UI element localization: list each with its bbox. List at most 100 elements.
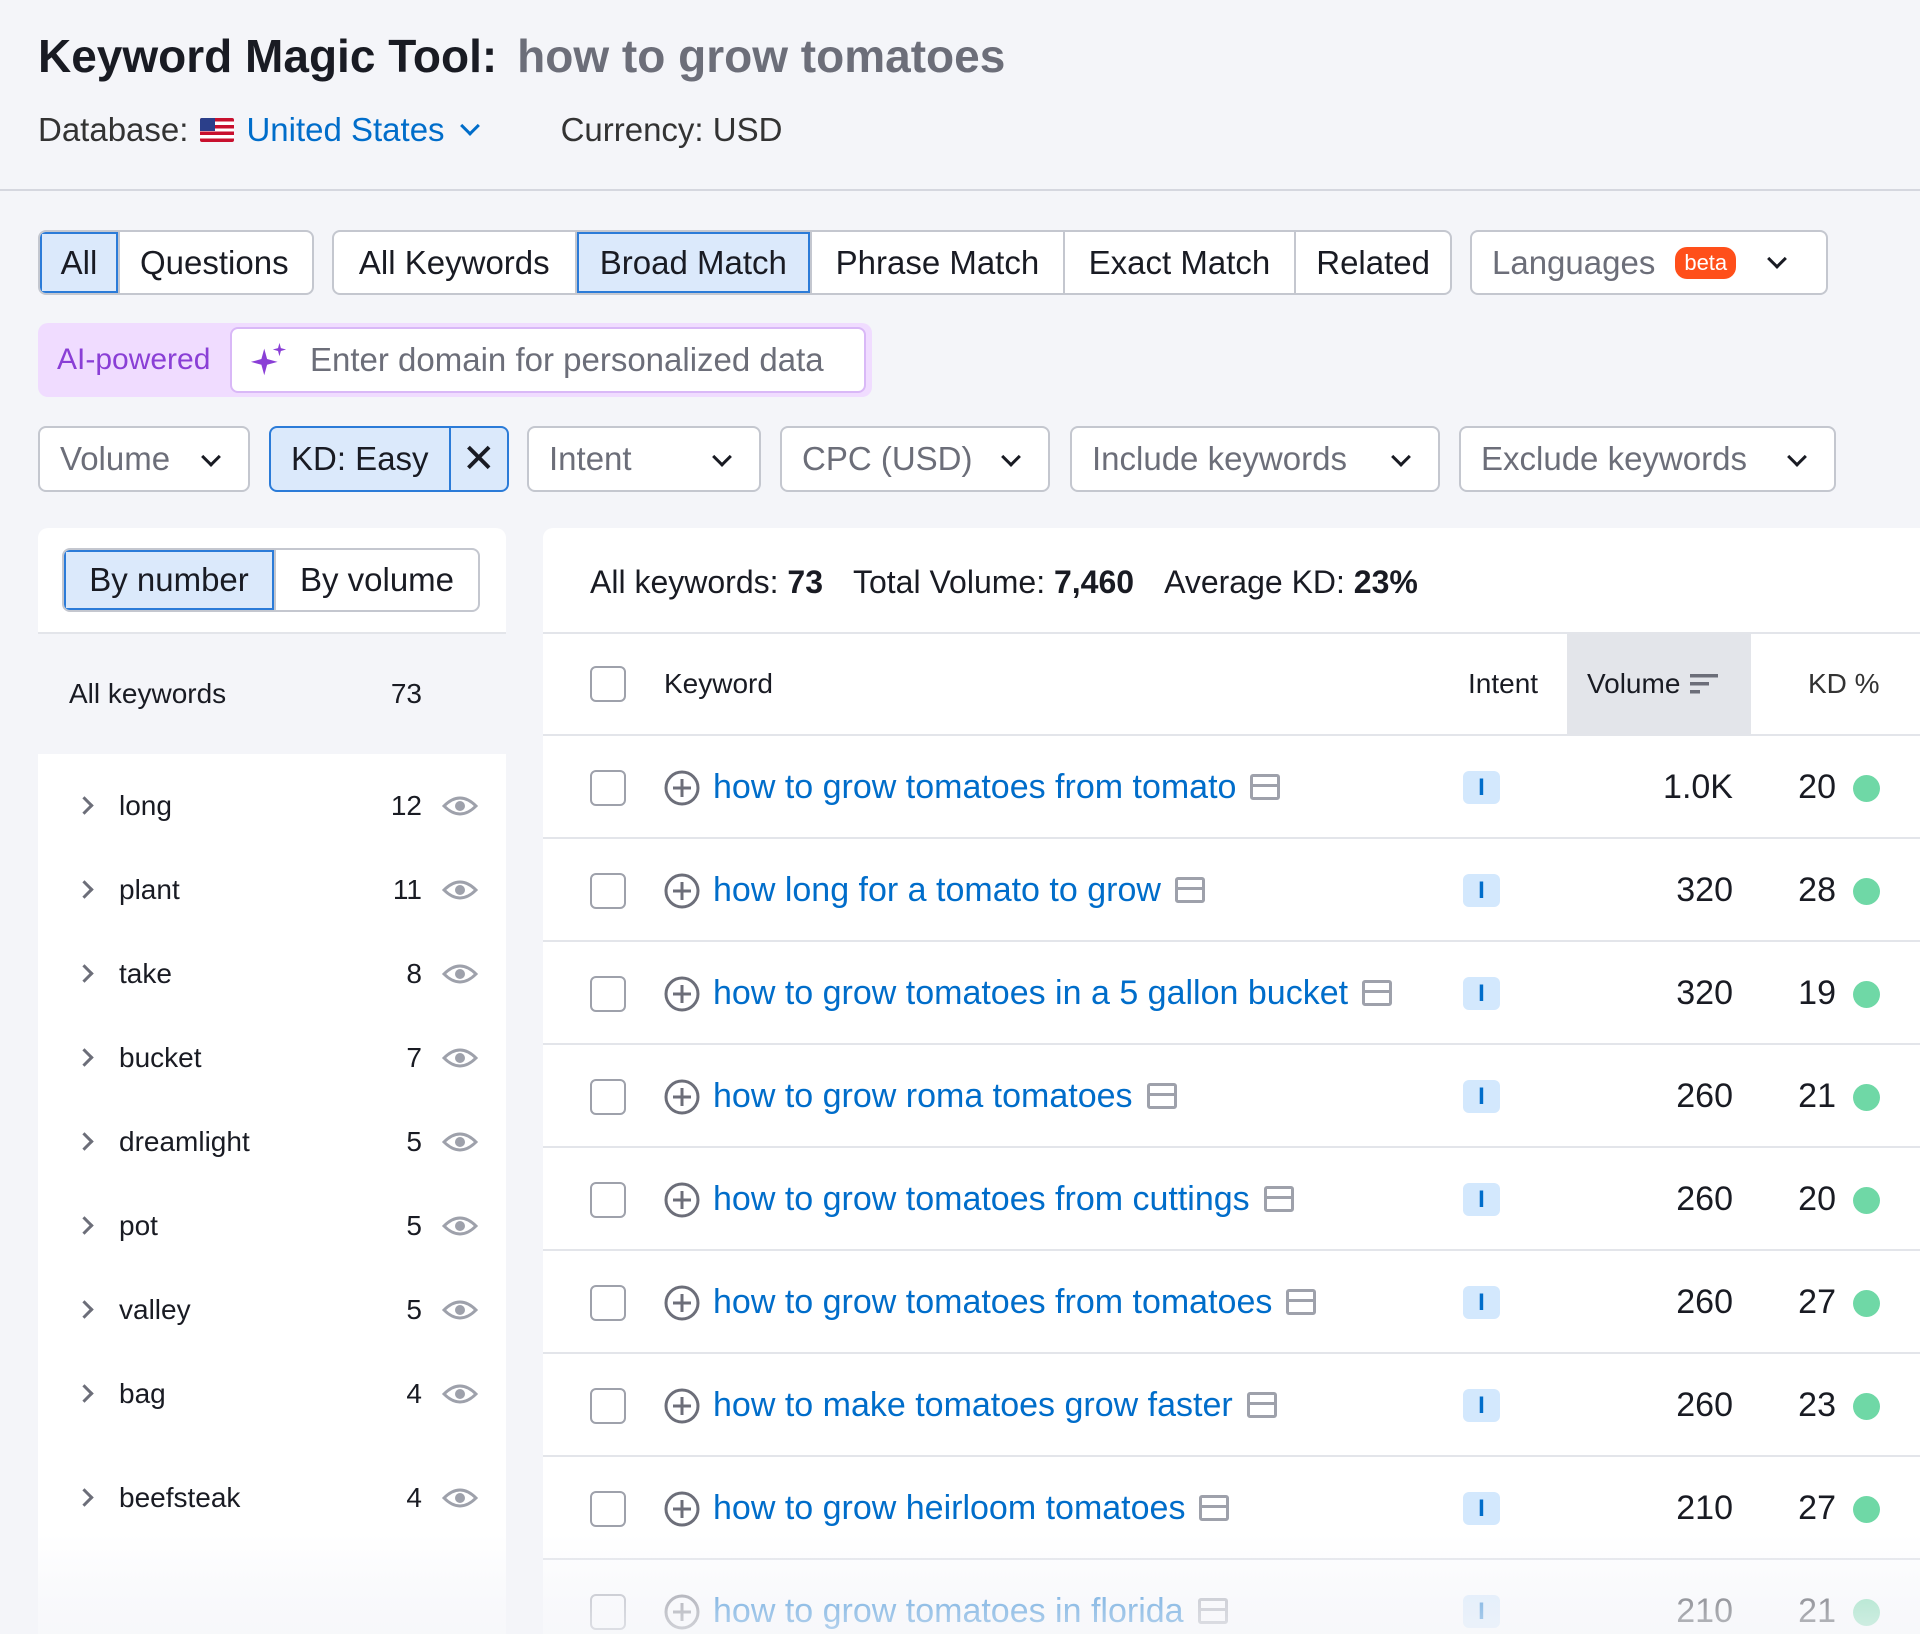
- group-count: 11: [392, 873, 422, 905]
- select-all-checkbox[interactable]: [590, 666, 626, 702]
- volume-value: 210: [1676, 1488, 1733, 1527]
- tab-all-keywords[interactable]: All Keywords: [334, 232, 577, 293]
- chevron-right-icon[interactable]: [75, 1384, 94, 1403]
- add-to-list-icon[interactable]: [664, 1388, 700, 1424]
- serp-features-icon[interactable]: [1250, 774, 1281, 800]
- tab-questions[interactable]: Questions: [120, 232, 312, 293]
- row-checkbox[interactable]: [590, 976, 626, 1012]
- by-volume-button[interactable]: By volume: [274, 550, 478, 610]
- row-checkbox[interactable]: [590, 1079, 626, 1115]
- group-name: bag: [119, 1377, 166, 1409]
- serp-features-icon[interactable]: [1362, 980, 1393, 1006]
- eye-icon[interactable]: [442, 1382, 478, 1406]
- eye-icon[interactable]: [442, 1214, 478, 1238]
- keyword-link[interactable]: how to grow heirloom tomatoes: [713, 1483, 1230, 1533]
- volume-value: 260: [1676, 1385, 1733, 1424]
- domain-input[interactable]: Enter domain for personalized data: [230, 327, 866, 393]
- include-keywords-filter[interactable]: Include keywords: [1070, 426, 1440, 492]
- tab-all[interactable]: All: [40, 232, 120, 293]
- keyword-link[interactable]: how to grow tomatoes from tomato: [713, 762, 1281, 812]
- add-to-list-icon[interactable]: [664, 1491, 700, 1527]
- chevron-right-icon[interactable]: [75, 1216, 94, 1235]
- volume-value: 210: [1676, 1591, 1733, 1630]
- chevron-right-icon[interactable]: [75, 1488, 94, 1507]
- chevron-right-icon[interactable]: [75, 1300, 94, 1319]
- keyword-link[interactable]: how to make tomatoes grow faster: [713, 1380, 1277, 1430]
- kd-value: 23: [1798, 1385, 1836, 1424]
- chevron-right-icon[interactable]: [75, 796, 94, 815]
- row-checkbox[interactable]: [590, 1388, 626, 1424]
- tab-related[interactable]: Related: [1296, 232, 1450, 293]
- keyword-link[interactable]: how to grow tomatoes from tomatoes: [713, 1277, 1317, 1327]
- eye-icon[interactable]: [442, 1298, 478, 1322]
- group-count: 4: [406, 1377, 422, 1409]
- chevron-right-icon[interactable]: [75, 1132, 94, 1151]
- table-row: how to grow tomatoes in a 5 gallon bucke…: [543, 942, 1920, 1045]
- add-to-list-icon[interactable]: [664, 873, 700, 909]
- database-selector[interactable]: United States: [246, 111, 482, 149]
- keyword-groups-panel: By number By volume All keywords 73 long…: [38, 528, 506, 1634]
- keyword-link[interactable]: how to grow roma tomatoes: [713, 1071, 1177, 1121]
- serp-features-icon[interactable]: [1146, 1083, 1177, 1109]
- tab-exact-match[interactable]: Exact Match: [1065, 232, 1297, 293]
- languages-dropdown[interactable]: Languages beta: [1470, 230, 1828, 295]
- volume-value: 260: [1676, 1179, 1733, 1218]
- kd-filter-label[interactable]: KD: Easy: [271, 428, 451, 490]
- kd-column-header[interactable]: KD %: [1808, 634, 1880, 734]
- list-item[interactable]: bag 4: [38, 1342, 506, 1445]
- serp-features-icon[interactable]: [1197, 1598, 1228, 1624]
- keyword-link[interactable]: how long for a tomato to grow: [713, 865, 1205, 915]
- serp-features-icon[interactable]: [1174, 877, 1205, 903]
- row-checkbox[interactable]: [590, 770, 626, 806]
- keyword-link[interactable]: how to grow tomatoes in a 5 gallon bucke…: [713, 968, 1393, 1018]
- row-checkbox[interactable]: [590, 873, 626, 909]
- keyword-column-header[interactable]: Keyword: [664, 634, 773, 734]
- exclude-keywords-filter[interactable]: Exclude keywords: [1459, 426, 1836, 492]
- serp-features-icon[interactable]: [1246, 1392, 1277, 1418]
- row-checkbox[interactable]: [590, 1491, 626, 1527]
- table-row: how long for a tomato to grow I 320 28: [543, 839, 1920, 942]
- volume-filter[interactable]: Volume: [38, 426, 250, 492]
- intent-filter[interactable]: Intent: [527, 426, 761, 492]
- row-checkbox[interactable]: [590, 1594, 626, 1630]
- eye-icon[interactable]: [442, 1486, 478, 1510]
- chevron-down-icon: [201, 447, 221, 467]
- keyword-link[interactable]: how to grow tomatoes from cuttings: [713, 1174, 1294, 1224]
- add-to-list-icon[interactable]: [664, 1182, 700, 1218]
- all-keywords-group[interactable]: All keywords 73: [38, 634, 506, 754]
- cpc-filter[interactable]: CPC (USD): [780, 426, 1050, 492]
- close-icon[interactable]: ✕: [451, 428, 507, 490]
- list-item[interactable]: beefsteak 4: [38, 1446, 506, 1549]
- row-checkbox[interactable]: [590, 1182, 626, 1218]
- eye-icon[interactable]: [442, 1130, 478, 1154]
- add-to-list-icon[interactable]: [664, 1285, 700, 1321]
- row-checkbox[interactable]: [590, 1285, 626, 1321]
- add-to-list-icon[interactable]: [664, 976, 700, 1012]
- kd-value: 21: [1798, 1591, 1836, 1630]
- chevron-right-icon[interactable]: [75, 880, 94, 899]
- volume-value: 260: [1676, 1282, 1733, 1321]
- serp-features-icon[interactable]: [1286, 1289, 1317, 1315]
- eye-icon[interactable]: [442, 878, 478, 902]
- keyword-link[interactable]: how to grow tomatoes in florida: [713, 1586, 1228, 1634]
- summary-all-keywords: All keywords: 73: [590, 563, 823, 600]
- chevron-right-icon[interactable]: [75, 964, 94, 983]
- by-number-button[interactable]: By number: [64, 550, 274, 610]
- volume-column-header[interactable]: Volume: [1567, 634, 1751, 734]
- add-to-list-icon[interactable]: [664, 770, 700, 806]
- group-name: long: [119, 789, 172, 821]
- add-to-list-icon[interactable]: [664, 1079, 700, 1115]
- summary-total-volume: Total Volume: 7,460: [852, 563, 1135, 600]
- volume-value: 320: [1676, 870, 1733, 909]
- serp-features-icon[interactable]: [1263, 1186, 1294, 1212]
- eye-icon[interactable]: [442, 794, 478, 818]
- eye-icon[interactable]: [442, 1046, 478, 1070]
- tab-phrase-match[interactable]: Phrase Match: [812, 232, 1065, 293]
- serp-features-icon[interactable]: [1199, 1495, 1230, 1521]
- tab-broad-match[interactable]: Broad Match: [576, 232, 813, 293]
- intent-column-header[interactable]: Intent: [1468, 634, 1538, 734]
- chevron-right-icon[interactable]: [75, 1048, 94, 1067]
- add-to-list-icon[interactable]: [664, 1594, 700, 1630]
- eye-icon[interactable]: [442, 962, 478, 986]
- intent-badge: I: [1463, 1492, 1500, 1525]
